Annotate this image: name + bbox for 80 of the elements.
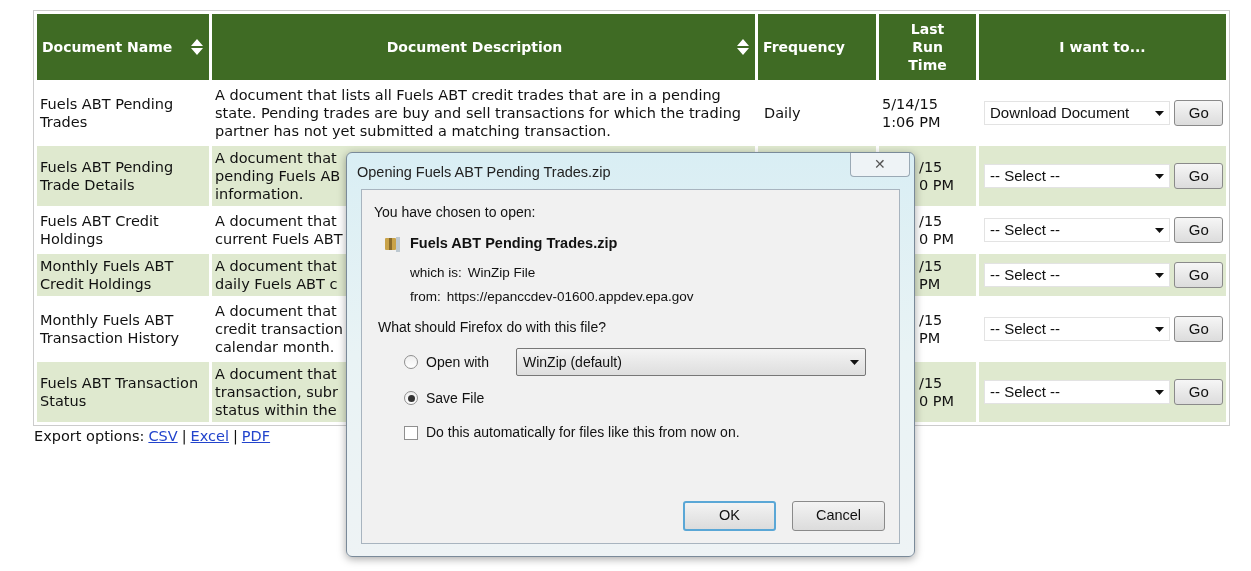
column-header: Frequency: [758, 14, 876, 80]
description-text: current Fuels ABT: [215, 230, 343, 248]
caret-icon: [1155, 110, 1165, 116]
description-text: A document that lists all Fuels ABT credit trades that are in a pending state. Pending trades are buy and sell transactions for which the trading partner has not yet submitted a matching transaction.: [215, 86, 743, 140]
column-header: Last Run Time: [879, 14, 976, 80]
description-text: transaction, subr: [215, 383, 339, 401]
caret-icon: [1155, 389, 1165, 395]
archive-file-icon: [384, 234, 402, 253]
go-button[interactable]: Go: [1174, 217, 1223, 243]
option-label: Open with: [426, 352, 491, 372]
description-text: pending Fuels AB: [215, 167, 341, 185]
go-button[interactable]: Go: [1174, 379, 1223, 405]
table-cell: 0 PM: [919, 392, 955, 410]
description-text: A document that: [215, 302, 337, 320]
checkbox-label: Do this automatically for files like this from now on.: [426, 423, 740, 443]
table-cell: PM: [919, 275, 941, 293]
caret-icon: [1155, 227, 1165, 233]
sort-icon: [190, 38, 204, 56]
export-link[interactable]: CSV: [148, 426, 178, 448]
table-cell: /15: [919, 158, 943, 176]
table-cell-text: Daily: [763, 105, 801, 121]
description-text: information.: [215, 185, 304, 203]
action-dropdown[interactable]: -- Select --: [984, 317, 1171, 341]
table-cell: Monthly Fuels ABT Credit Holdings: [37, 254, 209, 296]
option-label: Save File: [426, 388, 486, 408]
question-text: What should Firefox do with this file?: [377, 318, 606, 338]
description-text: daily Fuels ABT c: [215, 275, 338, 293]
table-cell: Fuels ABT Pending Trade Details: [37, 146, 209, 206]
export-link[interactable]: PDF: [241, 426, 271, 448]
intro-text: You have chosen to open:: [374, 203, 536, 222]
description-text: calendar month.: [215, 338, 335, 356]
go-button[interactable]: Go: [1174, 262, 1223, 288]
table-cell: /15: [919, 311, 943, 329]
description-text: A document that: [215, 257, 337, 275]
action-dropdown[interactable]: Download Document: [984, 101, 1171, 125]
table-cell: PM: [919, 329, 941, 347]
link-separator: |: [181, 427, 187, 447]
action-dropdown[interactable]: -- Select --: [984, 380, 1171, 404]
application-dropdown[interactable]: WinZip (default): [516, 348, 866, 377]
file-name: Fuels ABT Pending Trades.zip: [410, 234, 618, 253]
caret-icon: [1155, 272, 1165, 278]
action-dropdown[interactable]: -- Select --: [984, 218, 1171, 242]
close-button[interactable]: ✕: [850, 153, 910, 177]
column-header[interactable]: Document Name: [37, 14, 209, 80]
go-button[interactable]: Go: [1174, 163, 1223, 189]
table-cell: /15: [919, 374, 943, 392]
column-header: I want to...: [979, 14, 1226, 80]
table-cell: Fuels ABT Transaction Status: [37, 362, 209, 422]
description-text: credit transaction: [215, 320, 343, 338]
table-cell-text: 5/14/15 1:06 PM: [882, 95, 942, 131]
radio-button[interactable]: [404, 391, 418, 406]
checkbox[interactable]: [404, 425, 418, 440]
action-dropdown[interactable]: -- Select --: [984, 263, 1171, 287]
description-text: A document that: [215, 365, 337, 383]
description-text: status within the: [215, 401, 337, 419]
sort-icon: [736, 38, 750, 56]
dialog-button[interactable]: Cancel: [792, 501, 885, 531]
table-cell: 0 PM: [919, 230, 955, 248]
description-text: A document that: [215, 212, 337, 230]
dialog-title: Opening Fuels ABT Pending Trades.zip: [356, 163, 611, 182]
caret-icon: [1155, 326, 1165, 332]
table-cell: 0 PM: [919, 176, 955, 194]
table-cell: /15: [919, 212, 943, 230]
dialog-button[interactable]: OK: [683, 501, 776, 531]
radio-button[interactable]: [404, 355, 418, 370]
column-header[interactable]: Document Description: [212, 14, 755, 80]
info-value: WinZip File: [467, 263, 536, 282]
caret-icon: [1155, 173, 1165, 179]
table-cell: /15: [919, 257, 943, 275]
caret-icon: [850, 359, 859, 365]
export-label: Export options:: [34, 427, 145, 446]
info-label: which is:: [410, 263, 462, 282]
action-dropdown[interactable]: -- Select --: [984, 164, 1171, 188]
export-link[interactable]: Excel: [190, 426, 229, 448]
info-label: from:: [410, 288, 441, 306]
info-value: https://epanccdev-01600.appdev.epa.gov: [446, 288, 694, 306]
description-text: A document that: [215, 149, 337, 167]
go-button[interactable]: Go: [1174, 316, 1223, 342]
link-separator: |: [232, 427, 238, 447]
go-button[interactable]: Go: [1174, 100, 1223, 126]
